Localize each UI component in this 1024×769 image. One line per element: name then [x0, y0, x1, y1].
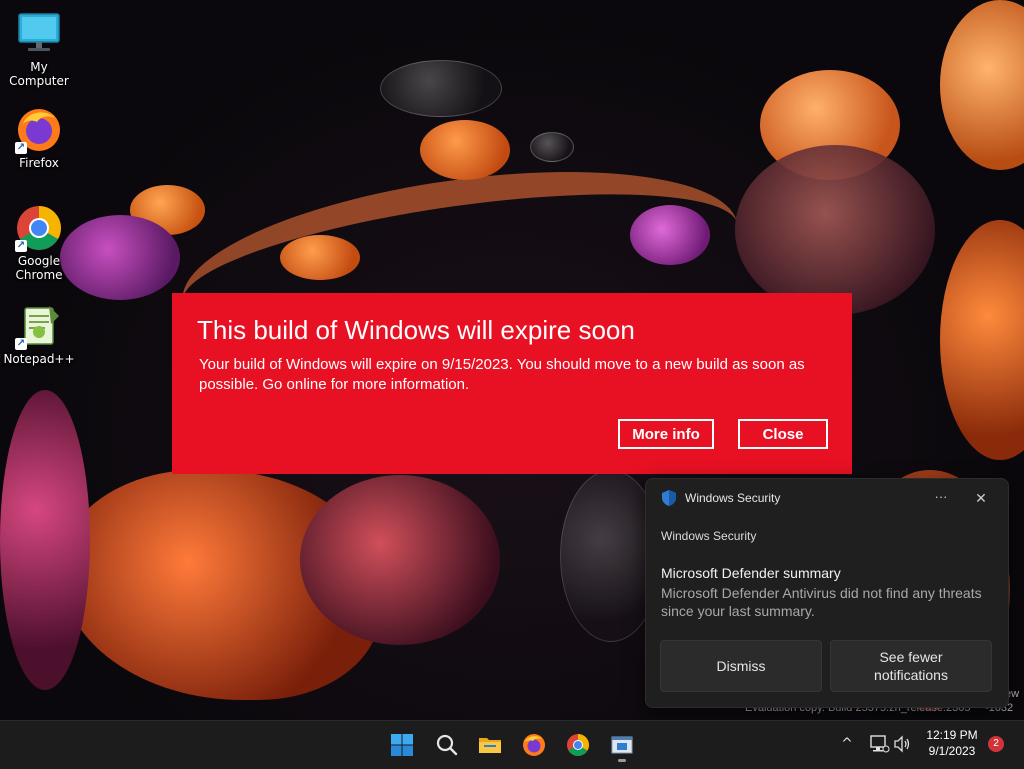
start-button[interactable] — [384, 727, 420, 763]
toast-attribution: Windows Security — [661, 529, 757, 543]
volume-icon[interactable] — [893, 734, 911, 754]
chrome-icon — [567, 734, 589, 756]
notification-count-badge[interactable]: 2 — [988, 736, 1004, 752]
toast-message: Microsoft Defender Antivirus did not fin… — [661, 585, 982, 619]
see-fewer-notifications-button[interactable]: See fewer notifications — [830, 640, 992, 692]
search-button[interactable] — [429, 727, 465, 763]
network-icon[interactable] — [868, 734, 890, 754]
dialog-message: Your build of Windows will expire on 9/1… — [199, 356, 805, 393]
toast-app-name: Windows Security — [685, 491, 781, 505]
taskbar-firefox-button[interactable] — [516, 727, 552, 763]
desktop-icon-label: My Computer — [9, 60, 69, 88]
shield-icon — [662, 490, 676, 506]
app-window-icon — [611, 736, 633, 754]
dialog-title: This build of Windows will expire soon — [197, 315, 635, 345]
desktop-icon-firefox[interactable]: ↗ Firefox — [0, 106, 78, 170]
active-indicator — [618, 759, 626, 762]
close-button[interactable]: Close — [738, 419, 828, 449]
monitor-icon — [15, 10, 63, 58]
desktop-icon-google-chrome[interactable]: ↗ Google Chrome — [0, 204, 78, 282]
firefox-icon: ↗ — [15, 106, 63, 154]
folder-icon — [479, 738, 501, 753]
more-options-icon[interactable]: ··· — [930, 487, 952, 509]
desktop-icon-label: Firefox — [19, 156, 59, 170]
more-info-button[interactable]: More info — [618, 419, 714, 449]
desktop-icon-label: Google Chrome — [15, 254, 63, 282]
desktop-icon-my-computer[interactable]: My Computer — [0, 10, 78, 88]
toast-heading: Microsoft Defender summary — [661, 565, 841, 581]
taskbar-active-app-button[interactable] — [604, 727, 640, 763]
build-expiry-dialog: This build of Windows will expire soon Y… — [172, 293, 852, 474]
toast-close-icon[interactable]: ✕ — [970, 487, 992, 509]
see-fewer-label: See fewer notifications — [874, 649, 948, 683]
notepadpp-icon: ↗ — [15, 302, 63, 350]
clock-time: 12:19 PM — [926, 728, 978, 742]
dismiss-button[interactable]: Dismiss — [660, 640, 822, 692]
windows-logo-icon — [391, 734, 413, 756]
desktop-icon-notepadpp[interactable]: ↗ Notepad++ — [0, 302, 78, 366]
search-icon — [436, 734, 458, 756]
windows-security-toast: Windows Security ··· ✕ Windows Security … — [645, 478, 1009, 708]
show-hidden-icons-chevron[interactable]: ^ — [838, 735, 856, 753]
chrome-icon: ↗ — [15, 204, 63, 252]
file-explorer-button[interactable] — [472, 727, 508, 763]
desktop-icon-label: Notepad++ — [3, 352, 75, 366]
clock-date: 9/1/2023 — [928, 744, 976, 758]
clock[interactable]: 12:19 PM 9/1/2023 — [914, 727, 990, 759]
firefox-icon — [523, 734, 545, 756]
taskbar: ^ — [0, 720, 1024, 769]
taskbar-chrome-button[interactable] — [560, 727, 596, 763]
